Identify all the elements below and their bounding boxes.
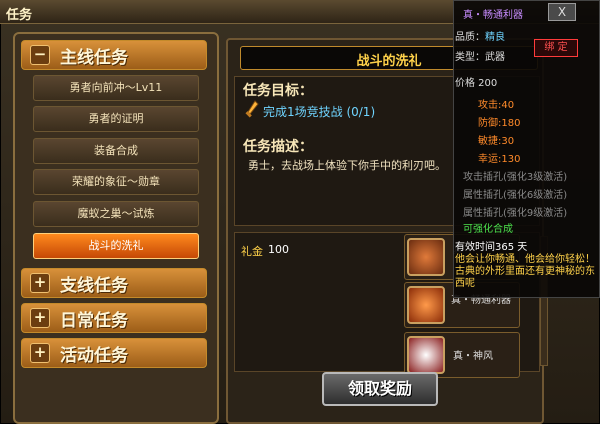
close-button[interactable]: X: [548, 3, 576, 21]
socket-line: 攻击插孔(强化3级激活): [463, 172, 568, 183]
flavor-text: 他会让你畅通、他会给你轻松！古典的外形里面还有更神秘的东西呢: [455, 254, 595, 289]
reward-item-name: 真・神风: [453, 351, 493, 362]
gold-label: 礼金: [241, 245, 263, 258]
category-main[interactable]: − 主线任务: [21, 40, 207, 70]
price-text: 价格 200: [455, 78, 498, 89]
category-label: 活动任务: [60, 345, 128, 366]
category-label: 支线任务: [60, 275, 128, 296]
expand-icon: +: [30, 343, 50, 363]
goal-header: 任务目标：: [243, 83, 313, 99]
quest-item-selected[interactable]: 战斗的洗礼: [33, 233, 199, 259]
category-label: 日常任务: [60, 310, 128, 331]
collapse-icon: −: [30, 45, 50, 65]
socket-line: 属性插孔(强化9级激活): [463, 208, 568, 219]
bind-badge: 绑 定: [534, 39, 578, 57]
category-daily[interactable]: + 日常任务: [21, 303, 207, 333]
category-event[interactable]: + 活动任务: [21, 338, 207, 368]
attr-line: 防御:180: [478, 118, 521, 129]
attr-line: 幸运:130: [478, 154, 521, 165]
quest-item[interactable]: 勇者向前冲～Lv11: [33, 75, 199, 101]
quest-item[interactable]: 装备合成: [33, 138, 199, 164]
description-header: 任务描述：: [243, 139, 313, 155]
quest-item[interactable]: 勇者的证明: [33, 106, 199, 132]
enhance-text: 可强化合成: [463, 224, 513, 235]
quality-label: 品质：精良: [455, 32, 505, 43]
boots-icon: [407, 286, 445, 324]
tooltip-item-name: 真・畅通利器: [463, 10, 523, 21]
category-side[interactable]: + 支线任务: [21, 268, 207, 298]
attr-line: 敏捷:30: [478, 136, 515, 147]
type-label: 类型：武器: [455, 52, 505, 63]
quest-item[interactable]: 荣耀的象征～勋章: [33, 169, 199, 195]
claim-reward-button[interactable]: 领取奖励: [322, 372, 438, 406]
duration-text: 有效时间365 天: [455, 242, 528, 253]
category-label: 主线任务: [60, 47, 128, 68]
quest-item[interactable]: 魔蚁之巢～试炼: [33, 201, 199, 227]
window-title: 任务: [6, 8, 33, 23]
gold-value: 100: [268, 243, 289, 256]
sword-icon: [245, 100, 259, 118]
expand-icon: +: [30, 273, 50, 293]
socket-line: 属性插孔(强化6级激活): [463, 190, 568, 201]
wind-icon: [407, 336, 445, 374]
expand-icon: +: [30, 308, 50, 328]
weapon-icon: [407, 238, 445, 276]
attr-line: 攻击:40: [478, 100, 515, 111]
description-text: 勇士，去战场上体验下你手中的利刃吧。: [248, 159, 446, 172]
goal-text[interactable]: 完成1场竞技战 (0/1): [263, 103, 375, 120]
